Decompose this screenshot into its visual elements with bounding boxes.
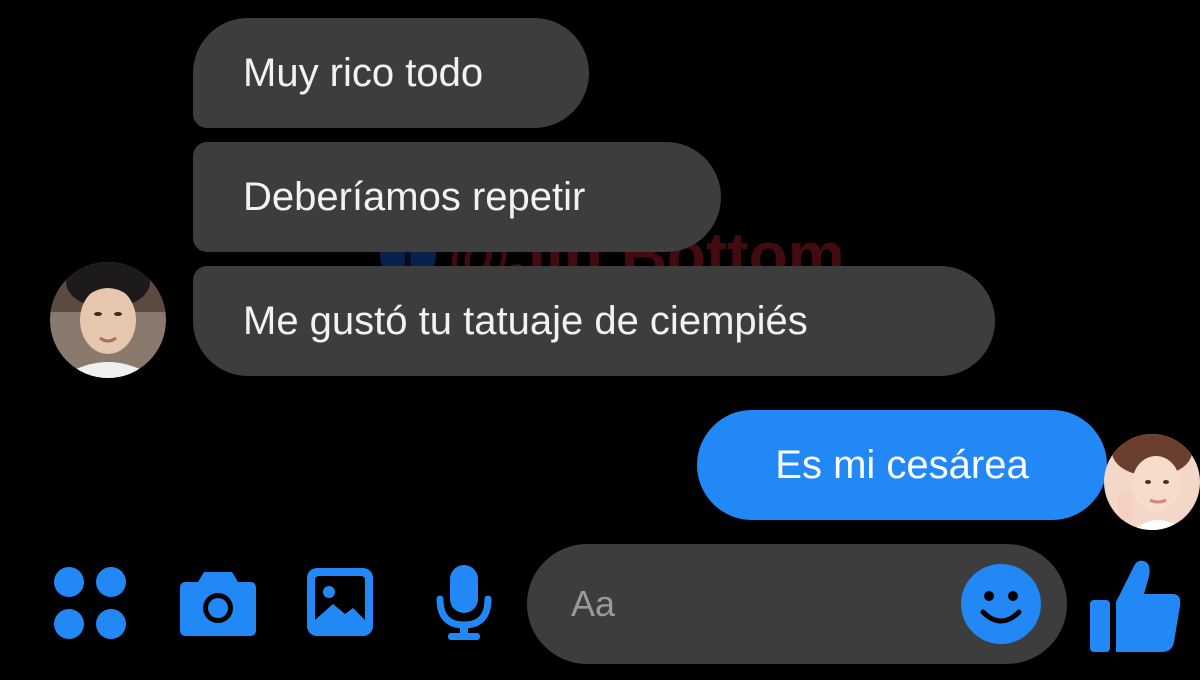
- outgoing-message[interactable]: Es mi cesárea: [697, 410, 1107, 520]
- apps-icon[interactable]: [50, 563, 130, 643]
- sender-avatar[interactable]: [50, 262, 166, 378]
- microphone-icon[interactable]: [432, 563, 496, 643]
- gallery-icon[interactable]: [305, 566, 375, 638]
- incoming-message[interactable]: Muy rico todo: [193, 18, 589, 128]
- seen-avatar: [1104, 434, 1200, 530]
- smiley-icon[interactable]: [959, 562, 1043, 646]
- message-text: Me gustó tu tatuaje de ciempiés: [243, 298, 808, 343]
- message-input-container[interactable]: [527, 544, 1067, 664]
- avatar-image: [50, 262, 166, 378]
- message-input[interactable]: [569, 582, 933, 626]
- incoming-message[interactable]: Me gustó tu tatuaje de ciempiés: [193, 266, 995, 376]
- message-text: Deberíamos repetir: [243, 174, 586, 219]
- message-text: Es mi cesárea: [775, 442, 1029, 487]
- message-text: Muy rico todo: [243, 50, 484, 95]
- camera-icon[interactable]: [178, 566, 258, 638]
- incoming-message[interactable]: Deberíamos repetir: [193, 142, 721, 252]
- thumbs-up-icon[interactable]: [1086, 556, 1186, 656]
- avatar-image: [1104, 434, 1200, 530]
